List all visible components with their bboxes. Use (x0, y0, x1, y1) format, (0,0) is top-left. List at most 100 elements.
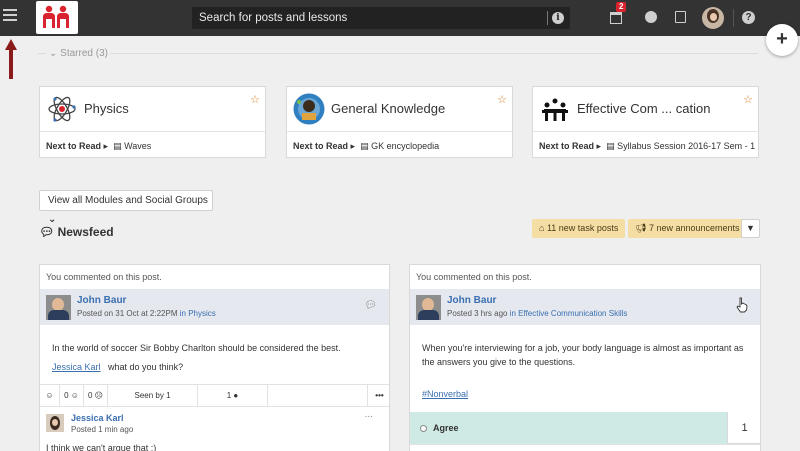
next-to-read-label: Next to Read (46, 141, 102, 151)
post-author[interactable]: John Baur (447, 295, 496, 306)
comment-more-button[interactable]: ... (365, 409, 373, 420)
commented-notice: You commented on this post. (416, 272, 532, 282)
post-actions-bar: ☺ 0 ☺ 0 ☹ Seen by 1 1 ● ••• (40, 384, 389, 407)
caret-right-icon: ▸ (350, 141, 356, 151)
red-arrow-annotation (5, 39, 17, 79)
post-author[interactable]: John Baur (77, 295, 126, 306)
radio-icon (420, 425, 427, 433)
chat-bubble-icon: 💬︎ (39, 225, 55, 239)
next-to-read[interactable]: Next to Read ▸ ▤ GK encyclopedia (293, 141, 439, 152)
app-logo[interactable] (36, 1, 78, 34)
view-all-modules-button[interactable]: View all Modules and Social Groups ⌄ (39, 190, 213, 225)
book-icon: ▤ (606, 141, 615, 151)
new-announcements-button[interactable]: 📢︎ 7 new announcements (628, 219, 747, 238)
module-card-physics[interactable]: Physics ☆ Next to Read ▸ ▤ Waves (39, 86, 266, 158)
module-title: General Knowledge (331, 101, 446, 116)
poll: Agree 1 (410, 412, 760, 451)
search-divider (547, 11, 548, 25)
module-card-header: Physics ☆ (40, 87, 265, 132)
sad-face-icon: ☹ (94, 391, 104, 400)
module-card-header: General Knowledge ☆ (287, 87, 512, 132)
top-navbar: Search for posts and lessons i 2 ? (0, 0, 800, 36)
search-placeholder: Search for posts and lessons (199, 12, 348, 24)
megaphone-icon: 📢︎ (635, 223, 647, 233)
filter-icon: ▼ (746, 223, 755, 233)
poll-option-label: Agree (433, 423, 459, 433)
divider (38, 53, 46, 54)
calendar-button[interactable]: 2 (604, 0, 634, 36)
notes-button[interactable] (670, 0, 700, 36)
reaction-count-button[interactable]: 0 ☺ (60, 385, 84, 407)
post-header: John Baur Posted on 31 Oct at 2:22PM in … (40, 289, 389, 325)
post-module-link[interactable]: in Effective Communication Skills (510, 309, 628, 318)
newsfeed-heading: 💬︎ Newsfeed (39, 225, 114, 239)
author-avatar[interactable] (416, 295, 441, 320)
caret-right-icon: ▸ (103, 141, 109, 151)
star-icon[interactable]: ☆ (743, 93, 753, 106)
people-icon (539, 93, 571, 125)
comment-icon: ● (233, 391, 239, 400)
calendar-icon (610, 12, 622, 24)
hamburger-menu-icon[interactable] (3, 9, 17, 25)
atom-icon (46, 93, 78, 125)
add-button[interactable]: + (766, 24, 798, 56)
mention-link[interactable]: Jessica Karl (52, 362, 101, 372)
comment-text: I think we can't argue that :) (46, 443, 157, 451)
post-body: When you're interviewing for a job, your… (422, 341, 752, 401)
next-to-read-item: Waves (124, 141, 152, 151)
comments-button[interactable]: 1 ● (198, 385, 268, 407)
next-to-read-label: Next to Read (539, 141, 595, 151)
seen-by-button[interactable]: Seen by 1 (108, 385, 198, 407)
globe-icon (645, 11, 657, 23)
view-all-label: View all Modules and Social Groups (48, 195, 208, 206)
post-header: John Baur Posted 3 hrs ago in Effective … (410, 289, 760, 325)
filter-button[interactable]: ▼ (741, 219, 760, 238)
post-text: In the world of soccer Sir Bobby Charlto… (52, 343, 341, 353)
new-task-posts-button[interactable]: ⌂ 11 new task posts (532, 219, 626, 238)
module-title: Effective Com ... cation (577, 101, 711, 116)
module-card-effective-communication[interactable]: Effective Com ... cation ☆ Next to Read … (532, 86, 759, 158)
module-card-general-knowledge[interactable]: General Knowledge ☆ Next to Read ▸ ▤ GK … (286, 86, 513, 158)
next-to-read-item: Syllabus Session 2016-17 Sem - 1 (617, 141, 756, 151)
reaction-count-button[interactable]: 0 ☹ (84, 385, 108, 407)
starred-label: Starred (3) (60, 48, 108, 59)
module-title: Physics (84, 101, 129, 116)
new-task-posts-label: 11 new task posts (546, 223, 619, 233)
navbar-divider (733, 9, 734, 27)
comment-time: Posted 1 min ago (71, 425, 134, 434)
hand-cursor-icon (736, 297, 748, 313)
starred-toggle[interactable]: ⌄ Starred (3) (49, 48, 108, 59)
post-body: In the world of soccer Sir Bobby Charlto… (52, 341, 378, 374)
user-avatar[interactable] (702, 7, 724, 29)
home-icon: ⌂ (539, 223, 545, 233)
smile-icon: ☺ (45, 391, 54, 400)
info-icon[interactable]: i (552, 12, 564, 24)
next-to-read[interactable]: Next to Read ▸ ▤ Waves (46, 141, 151, 152)
seen-by-label: Seen by 1 (134, 391, 171, 400)
author-avatar[interactable] (46, 295, 71, 320)
more-options-button[interactable]: ••• (367, 385, 389, 407)
comment-item: Jessica Karl Posted 1 min ago ... I thin… (40, 407, 389, 451)
commenter-name[interactable]: Jessica Karl (71, 413, 124, 423)
hashtag-link[interactable]: #Nonverbal (422, 389, 468, 399)
post-text-2: what do you think? (108, 362, 184, 372)
comment-count: 1 (226, 391, 232, 400)
search-input[interactable]: Search for posts and lessons i (192, 7, 570, 29)
poll-option-agree[interactable]: Agree (410, 412, 727, 444)
next-to-read-label: Next to Read (293, 141, 349, 151)
post-time: Posted 3 hrs ago (447, 309, 508, 318)
star-icon[interactable]: ☆ (250, 93, 260, 106)
commenter-avatar[interactable] (46, 414, 64, 432)
speech-bubble-icon[interactable]: 💬︎ (364, 300, 377, 311)
star-icon[interactable]: ☆ (497, 93, 507, 106)
like-count: 0 (64, 391, 69, 400)
post-text: When you're interviewing for a job, your… (422, 343, 744, 367)
post-module-link[interactable]: in Physics (180, 309, 216, 318)
next-to-read[interactable]: Next to Read ▸ ▤ Syllabus Session 2016-1… (539, 141, 755, 152)
globe-button[interactable] (640, 0, 670, 36)
help-icon[interactable]: ? (742, 11, 755, 24)
like-button[interactable]: ☺ (40, 385, 60, 407)
feed-post: You commented on this post. John Baur Po… (409, 264, 761, 451)
next-to-read-item: GK encyclopedia (371, 141, 440, 151)
commented-notice: You commented on this post. (46, 272, 162, 282)
